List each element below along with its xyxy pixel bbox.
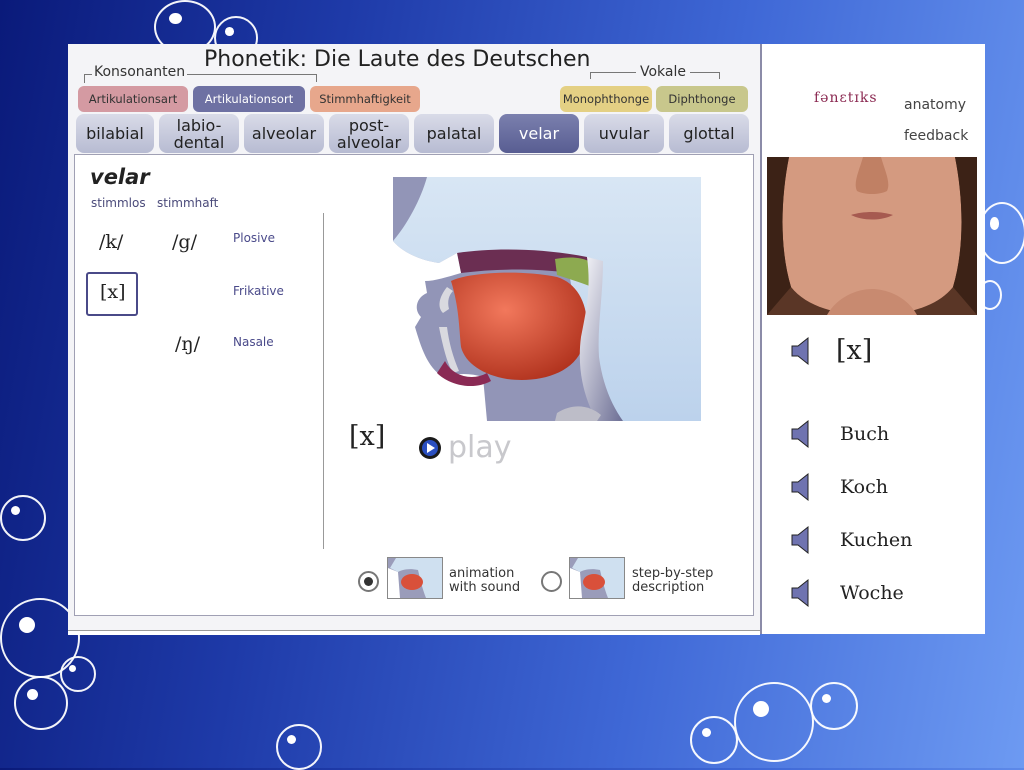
numbered-sagittal-thumbnail-icon — [570, 558, 624, 598]
place-button-labiodental[interactable]: labio- dental — [159, 114, 239, 153]
sound-row-x[interactable]: [x] — [790, 335, 872, 366]
phoneme-x[interactable]: [x] — [100, 281, 126, 303]
tab-diphthonge[interactable]: Diphthonge — [656, 86, 748, 112]
speaker-icon[interactable] — [790, 336, 812, 366]
word-row-woche[interactable]: Woche — [790, 578, 904, 608]
word-row-kuchen[interactable]: Kuchen — [790, 525, 912, 555]
place-button-bilabial[interactable]: bilabial — [76, 114, 154, 153]
example-word: Woche — [840, 582, 904, 604]
sagittal-thumbnail-icon — [388, 558, 442, 598]
play-button[interactable]: play — [418, 430, 512, 465]
word-row-koch[interactable]: Koch — [790, 472, 888, 502]
current-sound-symbol: [x] — [349, 421, 386, 452]
option-animation-thumbnail[interactable] — [387, 557, 443, 599]
manner-plosive: Plosive — [233, 231, 275, 245]
tab-monophthonge[interactable]: Monophthonge — [560, 86, 652, 112]
option-step-by-step-thumbnail[interactable] — [569, 557, 625, 599]
option-animation-label: animation with sound — [449, 567, 520, 595]
option-step-by-step-label: step-by-step description — [632, 567, 713, 595]
feedback-link[interactable]: feedback — [904, 128, 968, 144]
place-label: post- alveolar — [336, 115, 402, 152]
speaker-icon[interactable] — [790, 472, 812, 502]
main-panel: Phonetik: Die Laute des Deutschen Konson… — [68, 44, 762, 635]
side-panel: fənɛtɪks anatomy feedback [x] Buch Koch … — [762, 44, 985, 634]
page-title: Phonetik: Die Laute des Deutschen — [204, 47, 591, 72]
option-step-line1: step-by-step — [632, 566, 714, 581]
example-word: Koch — [840, 476, 889, 498]
place-label: alveolar — [251, 124, 317, 143]
voiced-header: stimmhaft — [157, 196, 219, 210]
play-icon — [419, 436, 441, 459]
phoneme-g[interactable]: /g/ — [172, 231, 197, 253]
phoneme-eng[interactable]: /ŋ/ — [175, 333, 200, 355]
phonetics-app-window: Phonetik: Die Laute des Deutschen Konson… — [68, 44, 985, 635]
consonants-bracket-end — [316, 74, 317, 82]
fonetiks-logo[interactable]: fənɛtɪks — [814, 90, 878, 106]
place-button-alveolar[interactable]: alveolar — [244, 114, 324, 153]
example-word: Buch — [840, 423, 890, 445]
tab-artikulationsart[interactable]: Artikulationsart — [78, 86, 188, 112]
place-label: glottal — [683, 124, 735, 143]
option-animation-line2: with sound — [449, 580, 521, 595]
tab-stimmhaftigkeit[interactable]: Stimmhaftigkeit — [310, 86, 420, 112]
column-divider — [323, 213, 324, 549]
place-label: labio- dental — [173, 115, 225, 152]
option-step-line2: description — [632, 580, 705, 595]
manner-fricative: Frikative — [233, 284, 284, 298]
speaker-icon[interactable] — [790, 525, 812, 555]
option-step-by-step-radio[interactable] — [541, 571, 562, 592]
place-button-glottal[interactable]: glottal — [669, 114, 749, 153]
play-label: play — [448, 430, 512, 465]
consonants-group-label: Konsonanten — [92, 64, 188, 80]
place-label: palatal — [426, 124, 482, 143]
bottom-bar — [68, 630, 760, 635]
option-animation-radio[interactable] — [358, 571, 379, 592]
speaker-icon[interactable] — [790, 578, 812, 608]
phoneme-k[interactable]: /k/ — [99, 231, 123, 253]
manner-nasal: Nasale — [233, 335, 274, 349]
place-button-uvular[interactable]: uvular — [584, 114, 664, 153]
option-animation-line1: animation — [449, 566, 515, 581]
sagittal-section-image — [392, 177, 701, 421]
anatomy-link[interactable]: anatomy — [904, 97, 966, 113]
vowels-group-label: Vokale — [636, 64, 690, 80]
place-button-velar[interactable]: velar — [499, 114, 579, 153]
place-title: velar — [90, 165, 150, 189]
speaker-icon[interactable] — [790, 419, 812, 449]
place-label: bilabial — [86, 124, 144, 143]
place-label: velar — [518, 124, 560, 143]
example-word: Kuchen — [840, 529, 913, 551]
place-button-postalveolar[interactable]: post- alveolar — [329, 114, 409, 153]
tab-artikulationsort[interactable]: Artikulationsort — [193, 86, 305, 112]
sound-symbol: [x] — [836, 335, 873, 366]
speaker-face-video — [767, 157, 977, 315]
voiceless-header: stimmlos — [91, 196, 146, 210]
place-label: uvular — [598, 124, 650, 143]
place-button-palatal[interactable]: palatal — [414, 114, 494, 153]
content-area: velar stimmlos stimmhaft /k/ /g/ Plosive… — [74, 154, 754, 616]
word-row-buch[interactable]: Buch — [790, 419, 889, 449]
